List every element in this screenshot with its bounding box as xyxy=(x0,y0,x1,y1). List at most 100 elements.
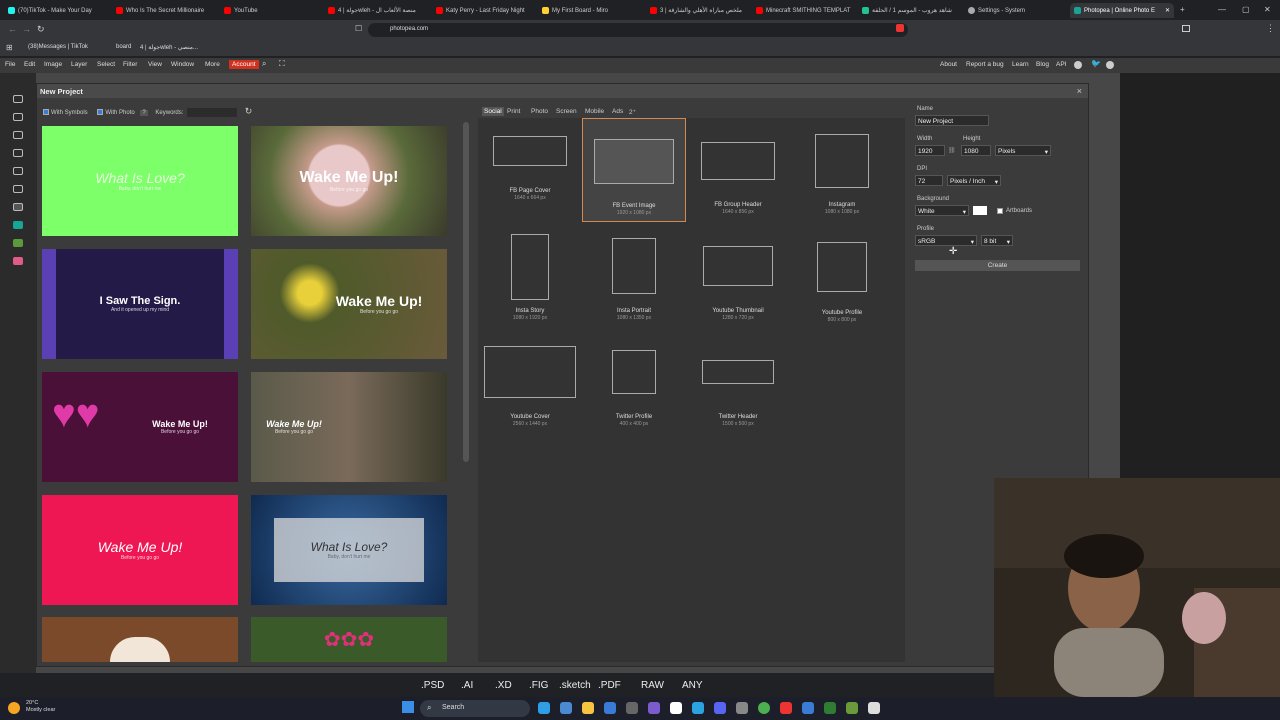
browser-tab[interactable]: (70)TikTok - Make Your Day xyxy=(8,3,108,18)
with-photo-checkbox[interactable] xyxy=(97,109,104,116)
folder-icon[interactable] xyxy=(582,702,594,714)
profile-select[interactable]: sRGB ▾ xyxy=(915,235,977,246)
cloud-icon[interactable] xyxy=(13,167,23,175)
background-select[interactable]: White ▾ xyxy=(915,205,969,216)
extension-icon[interactable] xyxy=(1182,25,1190,32)
menu-learn[interactable]: Learn xyxy=(1012,61,1029,68)
dpi-unit-select[interactable]: Pixels / Inch ▾ xyxy=(947,175,1001,186)
menu-report-bug[interactable]: Report a bug xyxy=(966,61,1004,68)
template-thumbnail[interactable]: ✿✿✿ xyxy=(251,617,447,662)
preset-fb-page-cover[interactable]: FB Page Cover 1640 x 664 px xyxy=(478,136,582,201)
close-tab-icon[interactable]: ✕ xyxy=(1165,7,1170,14)
browser-tab[interactable]: Who Is The Secret Millionaire xyxy=(116,3,210,18)
excel-icon[interactable] xyxy=(824,702,836,714)
tab-more[interactable]: 2⁺ xyxy=(629,108,636,116)
menu-about[interactable]: About xyxy=(940,61,957,68)
tab-social[interactable]: Social xyxy=(482,107,504,116)
shape-icon[interactable] xyxy=(13,185,23,193)
reddit-icon[interactable] xyxy=(1074,61,1082,69)
tab-photo[interactable]: Photo xyxy=(531,108,548,115)
app-icon[interactable] xyxy=(648,702,660,714)
unit-select[interactable]: Pixels ▾ xyxy=(995,145,1051,156)
browser-tab[interactable]: ملخص مباراة الأهلي والشارقة | 3 xyxy=(650,3,746,18)
settings-icon[interactable] xyxy=(736,702,748,714)
bookmark-item[interactable]: جولة | 4wleh - منصي... xyxy=(140,44,198,51)
preset-twitter-header[interactable]: Twitter Header 1500 x 500 px xyxy=(686,360,790,427)
menu-more[interactable]: More xyxy=(205,61,220,68)
close-window-icon[interactable]: ✕ xyxy=(1264,5,1271,14)
menu-dots-icon[interactable]: ⋮ xyxy=(1266,23,1275,34)
template-thumbnail[interactable]: Wake Me Up! Before you go go xyxy=(42,495,238,605)
url-field[interactable]: photopea.com xyxy=(368,23,908,37)
app-icon[interactable] xyxy=(868,702,880,714)
menu-image[interactable]: Image xyxy=(44,61,62,68)
layers-icon[interactable] xyxy=(13,149,23,157)
menu-api[interactable]: API xyxy=(1056,61,1066,68)
menu-select[interactable]: Select xyxy=(97,61,115,68)
telegram-icon[interactable] xyxy=(692,702,704,714)
tab-mobile[interactable]: Mobile xyxy=(585,108,604,115)
home-icon[interactable] xyxy=(13,95,23,103)
menu-filter[interactable]: Filter xyxy=(123,61,137,68)
dpi-input[interactable]: 72 xyxy=(915,175,943,186)
preset-youtube-thumbnail[interactable]: Youtube Thumbnail 1280 x 720 px xyxy=(686,246,790,321)
menu-window[interactable]: Window xyxy=(171,61,194,68)
menu-layer[interactable]: Layer xyxy=(71,61,87,68)
twitter-icon[interactable]: 🐦 xyxy=(1091,59,1101,68)
tab-print[interactable]: Print xyxy=(507,108,520,115)
keywords-input[interactable] xyxy=(187,107,238,117)
width-input[interactable]: 1920 xyxy=(915,145,945,156)
fullscreen-icon[interactable]: ⛶ xyxy=(279,59,285,69)
template-thumbnail[interactable]: Wake Me Up! Before you go go xyxy=(251,249,447,359)
brush-icon[interactable] xyxy=(13,131,23,139)
tiktok-icon[interactable] xyxy=(670,702,682,714)
template-thumbnail[interactable]: Wake Me Up! Before you go go xyxy=(251,372,447,482)
template-thumbnail[interactable] xyxy=(42,617,238,662)
plugin-icon[interactable] xyxy=(13,257,23,265)
browser-tab[interactable]: Settings - System xyxy=(968,3,1064,18)
menu-view[interactable]: View xyxy=(148,61,162,68)
bookmark-icon[interactable]: ☐ xyxy=(355,24,362,33)
search-icon[interactable]: ⌕ xyxy=(262,59,266,69)
plugin-icon[interactable] xyxy=(13,239,23,247)
browser-tab[interactable]: Minecraft SMITHING TEMPLAT xyxy=(756,3,852,18)
tab-ads[interactable]: Ads xyxy=(612,108,623,115)
template-thumbnail[interactable]: ♥♥ Wake Me Up! Before you go go xyxy=(42,372,238,482)
template-thumbnail[interactable]: What Is Love? Baby, don't hurt me xyxy=(42,126,238,236)
preset-fb-event-image[interactable]: FB Event Image 1920 x 1080 px xyxy=(582,118,686,222)
weather-widget[interactable]: 20°C Mostly clear xyxy=(26,700,55,714)
bookmark-item[interactable]: board xyxy=(116,44,131,50)
browser-tab[interactable]: جولة | 4wleh - منصة الألعاب ال xyxy=(328,3,424,18)
template-thumbnail[interactable]: What Is Love? Baby, don't hurt me xyxy=(251,495,447,605)
artboards-checkbox[interactable] xyxy=(997,208,1003,214)
app-icon[interactable] xyxy=(802,702,814,714)
bit-depth-select[interactable]: 8 bit ▾ xyxy=(981,235,1013,246)
gamepad-icon[interactable] xyxy=(13,203,23,211)
minecraft-icon[interactable] xyxy=(846,702,858,714)
link-icon[interactable]: ⛓ xyxy=(948,147,956,154)
monitor-icon[interactable] xyxy=(13,113,23,121)
preset-insta-portrait[interactable]: Insta Portrait 1080 x 1350 px xyxy=(582,238,686,321)
new-tab-icon[interactable]: + xyxy=(1180,5,1185,14)
apps-grid-icon[interactable]: ⊞ xyxy=(6,43,13,52)
preset-fb-group-header[interactable]: FB Group Header 1640 x 856 px xyxy=(686,142,790,215)
preset-instagram[interactable]: Instagram 1080 x 1080 px xyxy=(790,134,894,215)
app-icon[interactable] xyxy=(626,702,638,714)
taskbar-search[interactable]: ⌕ Search xyxy=(420,700,530,717)
close-icon[interactable]: × xyxy=(1077,86,1082,96)
browser-tab[interactable]: My First Board - Miro xyxy=(542,3,638,18)
refresh-icon[interactable]: ↻ xyxy=(245,106,253,116)
reload-icon[interactable]: ↻ xyxy=(37,24,45,35)
template-thumbnail[interactable]: I Saw The Sign. And it opened up my mind xyxy=(42,249,238,359)
forward-icon[interactable]: → xyxy=(22,24,31,34)
templates-scrollbar[interactable] xyxy=(463,122,469,462)
chrome-icon[interactable] xyxy=(758,702,770,714)
menu-edit[interactable]: Edit xyxy=(24,61,35,68)
background-color-swatch[interactable] xyxy=(973,206,987,215)
maximize-icon[interactable]: ▢ xyxy=(1242,5,1250,14)
facebook-icon[interactable] xyxy=(1106,61,1114,69)
create-button[interactable]: Create xyxy=(915,260,1080,271)
with-symbols-checkbox[interactable] xyxy=(43,109,49,116)
extension-icon[interactable] xyxy=(896,24,904,32)
tab-screen[interactable]: Screen xyxy=(556,108,577,115)
